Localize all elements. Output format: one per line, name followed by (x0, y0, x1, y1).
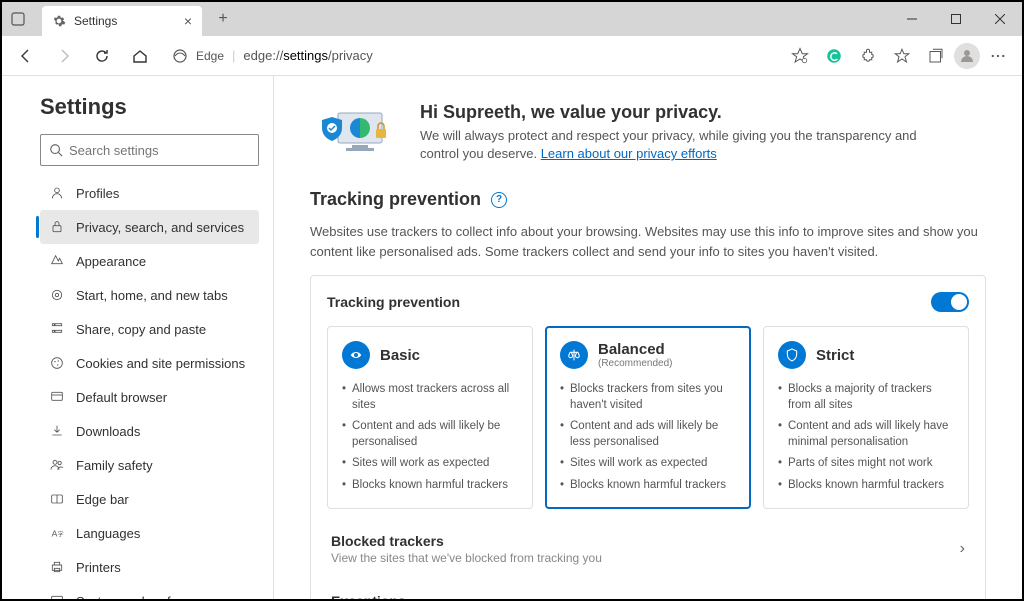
search-icon (49, 143, 63, 157)
sidebar-item-start-home-and-new-tabs[interactable]: Start, home, and new tabs (40, 278, 259, 312)
minimize-button[interactable] (890, 2, 934, 36)
collections-icon[interactable] (920, 40, 952, 72)
tracking-toggle[interactable] (931, 292, 969, 312)
sidebar-icon (48, 286, 66, 304)
sidebar-icon: A字 (48, 524, 66, 542)
edge-logo-icon (172, 48, 188, 64)
favorites-icon[interactable] (886, 40, 918, 72)
search-input[interactable] (69, 143, 250, 158)
hero-body: We will always protect and respect your … (420, 127, 940, 163)
svg-text:A: A (52, 528, 58, 538)
tracking-level-balanced[interactable]: Balanced(Recommended)Blocks trackers fro… (545, 326, 751, 509)
new-tab-button[interactable]: + (208, 4, 238, 34)
sidebar-icon (48, 456, 66, 474)
address-prefix: Edge (196, 49, 224, 63)
exceptions-row[interactable]: Exceptions Allow all trackers on sites y… (327, 579, 969, 599)
address-bar[interactable]: Edge | edge://settings/privacy (162, 41, 778, 71)
tracking-card-title: Tracking prevention (327, 294, 460, 310)
svg-text:字: 字 (58, 530, 64, 538)
level-icon (778, 341, 806, 369)
forward-button[interactable] (48, 40, 80, 72)
blocked-trackers-row[interactable]: Blocked trackers View the sites that we'… (327, 519, 969, 579)
sidebar-icon (48, 422, 66, 440)
sidebar-item-cookies-and-site-permissions[interactable]: Cookies and site permissions (40, 346, 259, 380)
search-settings[interactable] (40, 134, 259, 166)
gear-icon (52, 14, 66, 28)
tracking-level-strict[interactable]: StrictBlocks a majority of trackers from… (763, 326, 969, 509)
level-icon (560, 341, 588, 369)
browser-toolbar: Edge | edge://settings/privacy (2, 36, 1022, 76)
home-button[interactable] (124, 40, 156, 72)
tracking-description: Websites use trackers to collect info ab… (310, 222, 986, 261)
tracking-heading: Tracking prevention (310, 189, 481, 210)
sidebar-item-profiles[interactable]: Profiles (40, 176, 259, 210)
privacy-efforts-link[interactable]: Learn about our privacy efforts (541, 146, 717, 161)
sidebar-icon (48, 184, 66, 202)
sidebar-icon (48, 320, 66, 338)
tracking-level-basic[interactable]: BasicAllows most trackers across all sit… (327, 326, 533, 509)
sidebar-icon (48, 388, 66, 406)
refresh-button[interactable] (86, 40, 118, 72)
tab-title: Settings (74, 14, 176, 28)
sidebar-icon (48, 354, 66, 372)
sidebar-item-share-copy-and-paste[interactable]: Share, copy and paste (40, 312, 259, 346)
sidebar-item-downloads[interactable]: Downloads (40, 414, 259, 448)
sidebar-item-default-browser[interactable]: Default browser (40, 380, 259, 414)
sidebar-item-family-safety[interactable]: Family safety (40, 448, 259, 482)
sidebar-item-printers[interactable]: Printers (40, 550, 259, 584)
sidebar-icon (48, 592, 66, 599)
sidebar-item-privacy-search-and-services[interactable]: Privacy, search, and services (40, 210, 259, 244)
tabs-overview-icon[interactable] (2, 3, 34, 35)
sidebar-item-appearance[interactable]: Appearance (40, 244, 259, 278)
sidebar-icon (48, 218, 66, 236)
address-url: edge://settings/privacy (243, 48, 372, 63)
sidebar-icon (48, 558, 66, 576)
sidebar-item-languages[interactable]: A字Languages (40, 516, 259, 550)
settings-sidebar: Settings ProfilesPrivacy, search, and se… (2, 76, 274, 599)
profile-avatar[interactable] (954, 43, 980, 69)
hero-title: Hi Supreeth, we value your privacy. (420, 102, 940, 123)
extensions-icon[interactable] (852, 40, 884, 72)
maximize-button[interactable] (934, 2, 978, 36)
more-menu-button[interactable] (982, 40, 1014, 72)
back-button[interactable] (10, 40, 42, 72)
page-title: Settings (40, 94, 259, 120)
chevron-right-icon: › (960, 540, 965, 558)
grammarly-icon[interactable] (818, 40, 850, 72)
level-icon (342, 341, 370, 369)
info-icon[interactable]: ? (491, 192, 507, 208)
close-window-button[interactable] (978, 2, 1022, 36)
sidebar-icon (48, 490, 66, 508)
main-content: Hi Supreeth, we value your privacy. We w… (274, 76, 1022, 599)
close-icon[interactable]: × (184, 13, 192, 29)
privacy-hero-icon (310, 103, 400, 163)
read-aloud-icon[interactable] (784, 40, 816, 72)
sidebar-icon (48, 252, 66, 270)
sidebar-item-edge-bar[interactable]: Edge bar (40, 482, 259, 516)
sidebar-item-system-and-performance[interactable]: System and performance (40, 584, 259, 599)
browser-tab[interactable]: Settings × (42, 6, 202, 36)
